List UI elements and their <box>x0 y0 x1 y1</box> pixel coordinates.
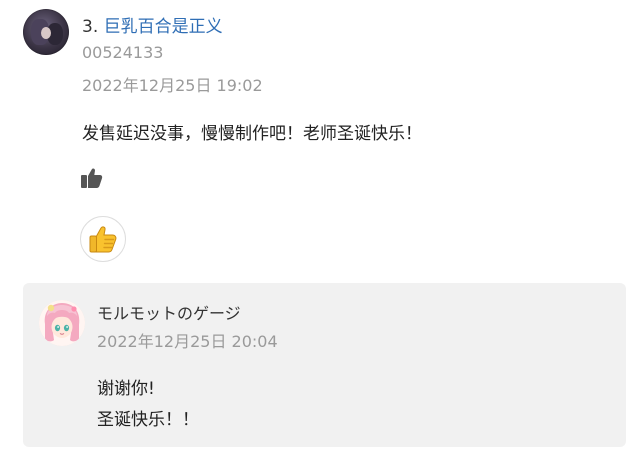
reply-author[interactable]: モルモットのゲージ <box>97 300 241 324</box>
comment-timestamp: 2022年12月25日 19:02 <box>82 76 263 95</box>
reply-timestamp: 2022年12月25日 20:04 <box>97 332 278 351</box>
avatar-face-shape <box>41 27 51 39</box>
thumbs-up-emoji-icon <box>89 226 117 253</box>
comment-message: 发售延迟没事，慢慢制作吧！老师圣诞快乐！ <box>82 124 422 144</box>
comment-user-id: 00524133 <box>82 43 164 62</box>
comment-author-link[interactable]: 巨乳百合是正义 <box>104 17 223 37</box>
replier-avatar[interactable] <box>39 300 85 346</box>
reply-message-line-1: 谢谢你! <box>97 379 155 399</box>
reaction-button[interactable] <box>80 216 126 262</box>
comment-rank: 3. <box>82 17 99 37</box>
comment-header: 3. 巨乳百合是正义 <box>82 12 223 37</box>
reply-message-line-2: 圣诞快乐！！ <box>97 410 199 430</box>
commenter-avatar[interactable] <box>23 9 69 55</box>
thumbs-up-icon[interactable] <box>80 166 104 190</box>
